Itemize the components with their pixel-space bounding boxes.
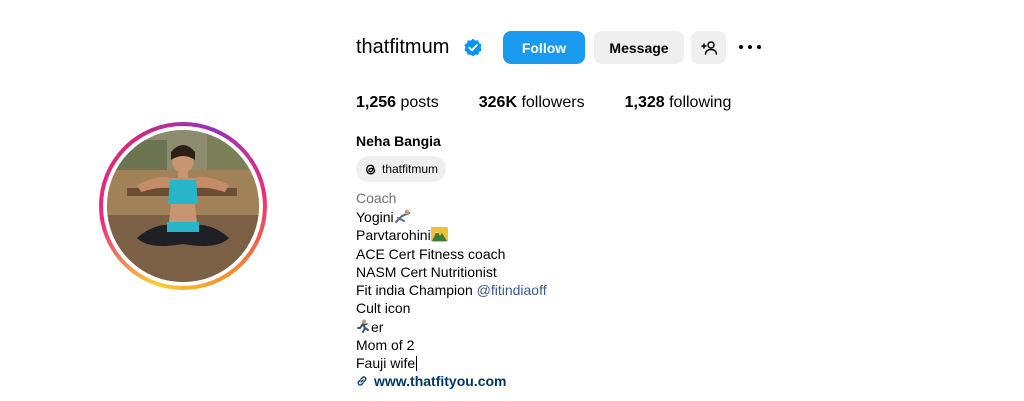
yoga-emoji-icon [394, 209, 410, 224]
profile-category: Coach [356, 190, 397, 206]
following-stat[interactable]: 1,328 following [625, 94, 732, 112]
bio-line: Parvtarohini [356, 226, 547, 244]
posts-stat: 1,256 posts [356, 94, 439, 112]
profile-stats: 1,256 posts 326K followers 1,328 followi… [356, 94, 771, 112]
bio-line: Fit india Champion @fitindiaoff [356, 282, 547, 299]
bio-line: Cult icon [356, 300, 411, 317]
followers-count: 326K [478, 94, 517, 111]
website-url: www.thatfityou.com [374, 373, 507, 389]
text-cursor [416, 356, 418, 372]
bio-line: ACE Cert Fitness coach [356, 245, 506, 262]
profile-username: thatfitmum [356, 36, 450, 58]
threads-badge[interactable]: thatfitmum [356, 156, 447, 182]
more-options-icon[interactable] [739, 40, 761, 54]
posts-count: 1,256 [356, 94, 397, 111]
bio-line: Yogini [356, 208, 547, 226]
profile-bio: Yogini Parvtarohini ACE Cert Fitness coa… [356, 208, 547, 373]
posts-label: posts [400, 94, 439, 111]
followers-stat[interactable]: 326K followers [479, 94, 585, 112]
threads-handle: thatfitmum [382, 162, 439, 176]
suggest-similar-accounts-button[interactable] [691, 31, 726, 64]
following-count: 1,328 [624, 94, 665, 111]
message-button[interactable]: Message [594, 31, 684, 64]
threads-icon [366, 164, 376, 174]
bio-line: Fauji wife [356, 355, 418, 372]
runner-emoji-icon [357, 319, 369, 333]
bio-line: Mom of 2 [356, 337, 415, 354]
follow-button[interactable]: Follow [503, 31, 585, 64]
following-label: following [669, 94, 732, 111]
website-link[interactable]: www.thatfityou.com [356, 373, 506, 389]
verified-badge-icon [464, 38, 482, 57]
followers-label: followers [521, 94, 585, 111]
bio-line: er [356, 318, 547, 336]
avatar[interactable] [107, 130, 259, 282]
fitindia-mention-link[interactable]: @fitindiaoff [477, 282, 547, 298]
link-icon [357, 376, 367, 386]
avatar-photo-image [107, 130, 259, 282]
bio-line: NASM Cert Nutritionist [356, 263, 497, 280]
mountain-emoji-icon [430, 227, 448, 243]
add-user-icon [700, 40, 717, 55]
avatar-story-ring[interactable] [99, 122, 267, 290]
profile-full-name: Neha Bangia [356, 133, 441, 149]
